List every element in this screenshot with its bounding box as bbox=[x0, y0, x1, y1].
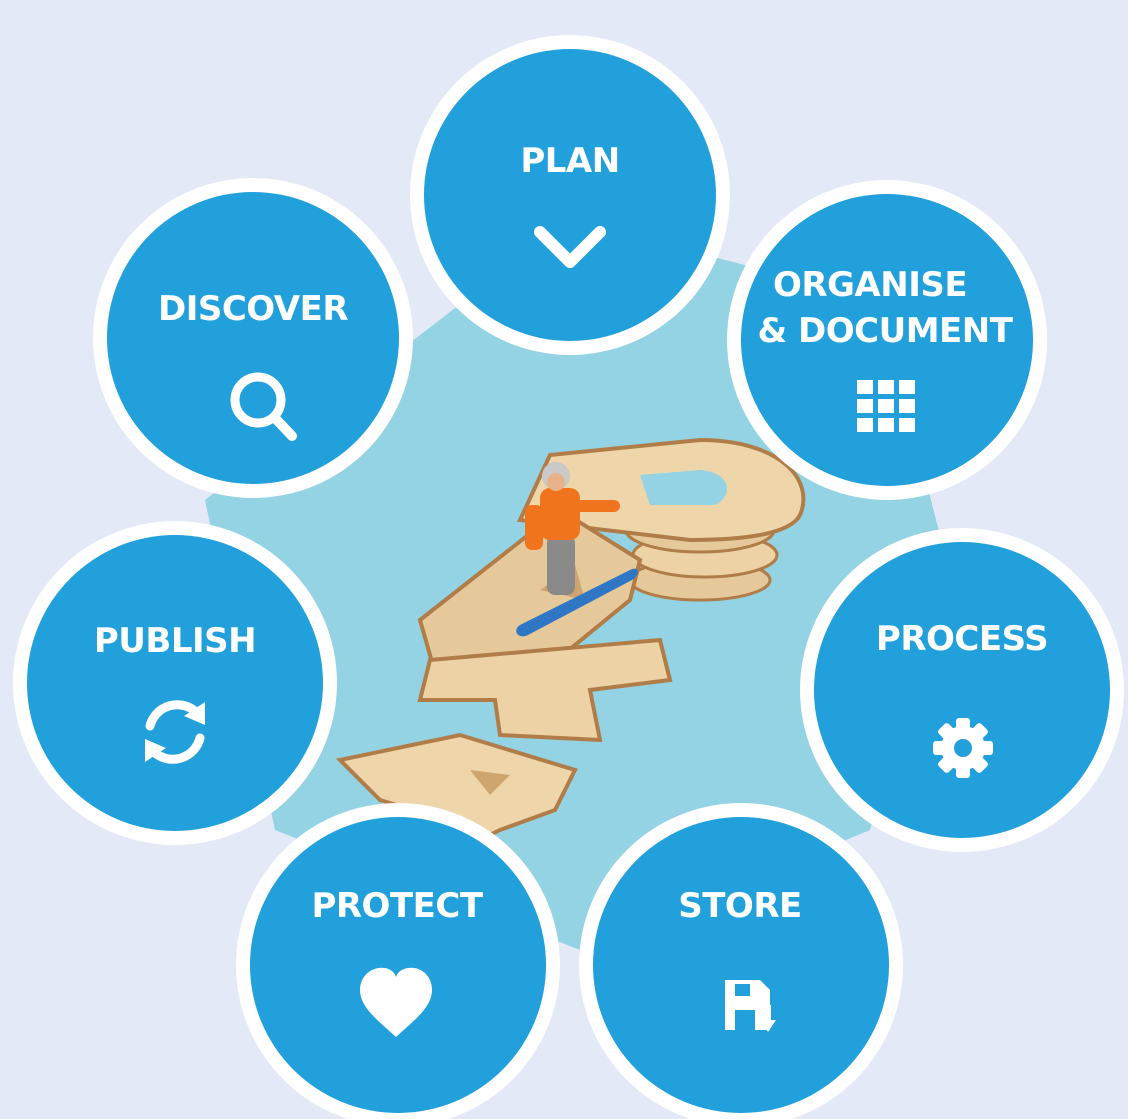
plan-label: PLAN bbox=[520, 141, 619, 181]
node-publish: PUBLISH bbox=[13, 521, 337, 845]
store-label: STORE bbox=[678, 886, 802, 926]
gear-icon bbox=[933, 718, 993, 778]
grid-icon bbox=[857, 380, 915, 432]
organise-label: ORGANISE bbox=[773, 265, 967, 305]
node-protect: PROTECT bbox=[236, 803, 560, 1119]
node-store: STORE bbox=[579, 803, 903, 1119]
discover-label: DISCOVER bbox=[158, 289, 348, 329]
data-lifecycle-diagram: PLAN ORGANISE & DOCUMENT PROCESS STORE P… bbox=[0, 0, 1128, 1119]
node-organise-document: ORGANISE & DOCUMENT bbox=[727, 180, 1047, 500]
diagram-canvas: PLAN ORGANISE & DOCUMENT PROCESS STORE P… bbox=[13, 35, 1124, 1119]
node-plan: PLAN bbox=[410, 35, 730, 355]
node-process: PROCESS bbox=[800, 528, 1124, 852]
process-label: PROCESS bbox=[876, 619, 1048, 659]
document-label: & DOCUMENT bbox=[758, 311, 1014, 351]
publish-label: PUBLISH bbox=[94, 621, 256, 661]
node-discover: DISCOVER bbox=[93, 178, 413, 498]
protect-label: PROTECT bbox=[311, 886, 483, 926]
